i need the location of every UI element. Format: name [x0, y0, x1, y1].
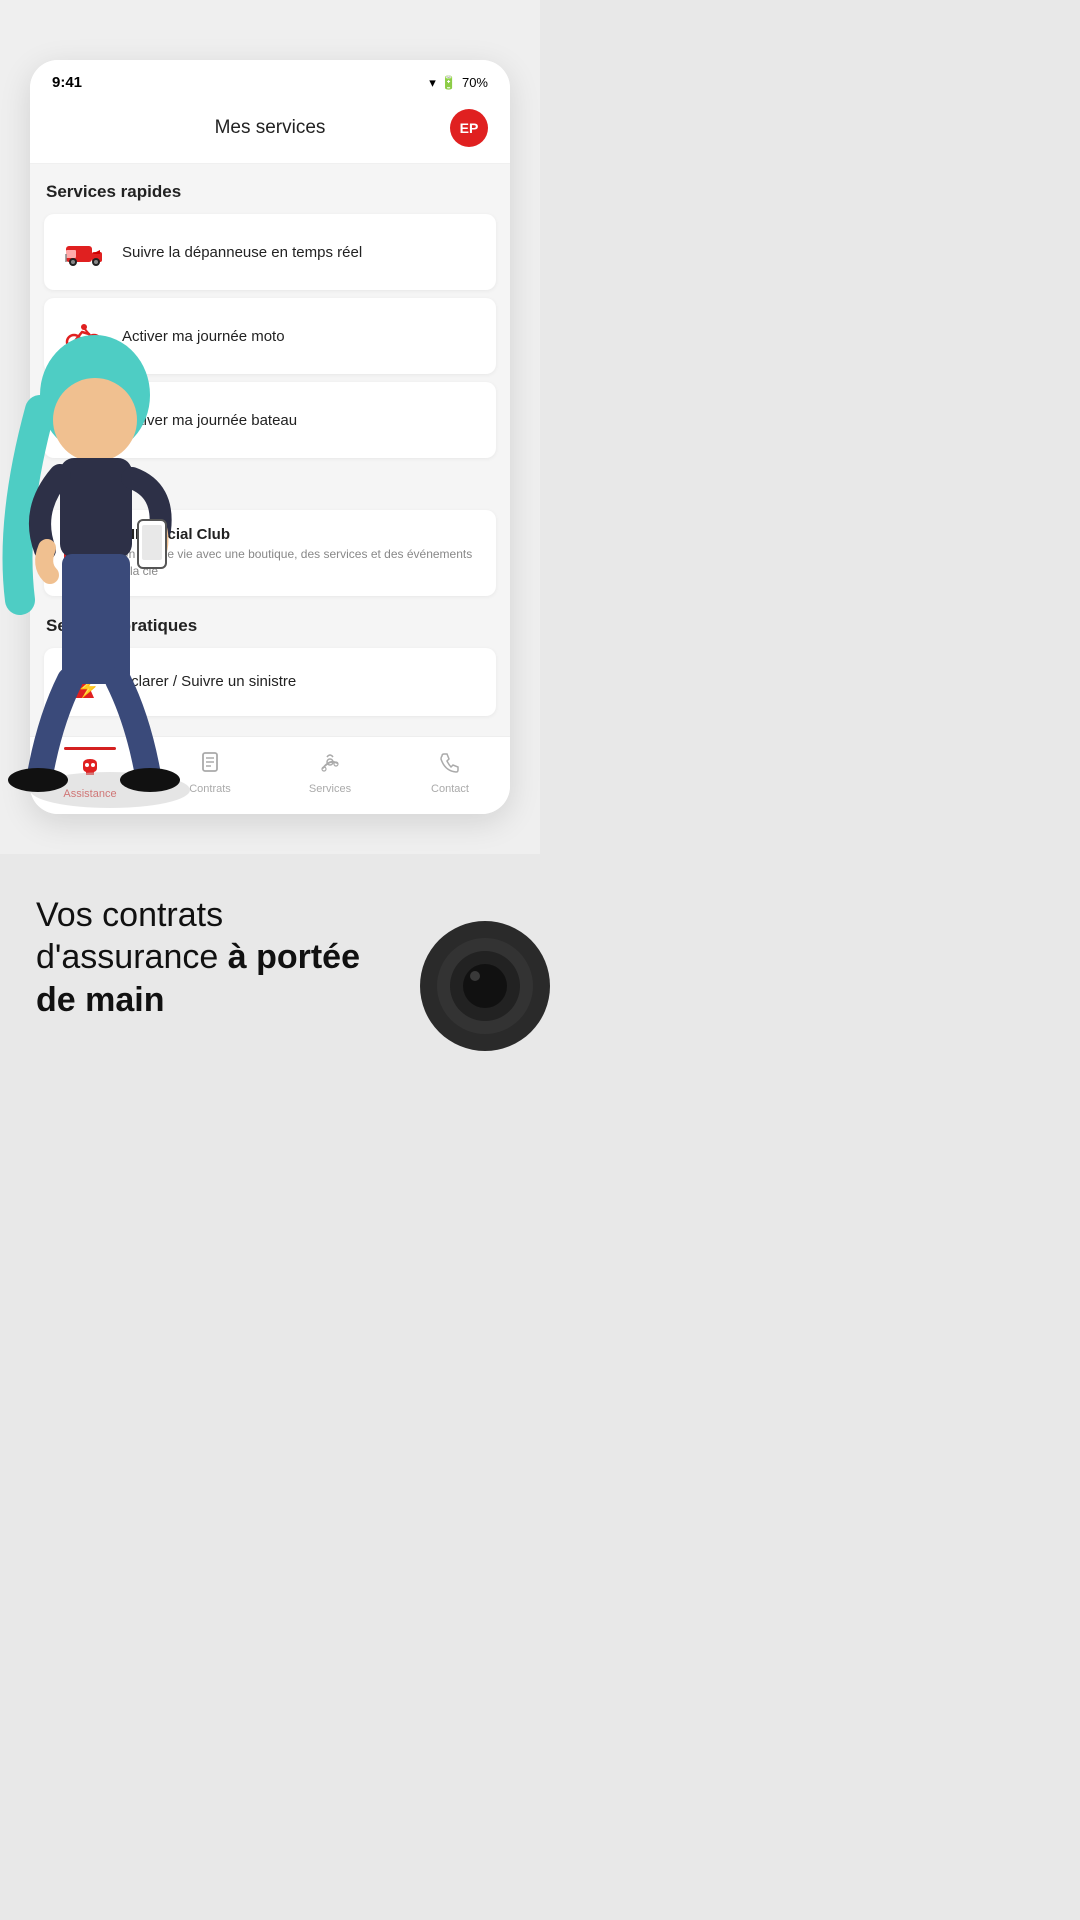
nav-item-services[interactable]: Services: [270, 751, 390, 795]
bottom-text-area: Vos contratsd'assurance à portéede main: [0, 854, 540, 1062]
svg-text:⚡: ⚡: [77, 677, 96, 699]
services-rapides-title: Services rapides: [46, 182, 496, 202]
boat-icon: [62, 398, 106, 442]
assistance-icon: [79, 756, 101, 784]
tow-icon: [62, 230, 106, 274]
header-title: Mes services: [90, 117, 450, 139]
status-icons: ▾ 🔋 70%: [429, 75, 488, 91]
service-card-sinistre-label: Déclarer / Suivre un sinistre: [112, 673, 296, 690]
sinistre-icon: ⚡: [62, 664, 98, 700]
status-bar: 9:41 ▾ 🔋 70%: [30, 60, 510, 99]
nav-item-assistance[interactable]: Assistance: [30, 747, 150, 800]
nav-item-contrats[interactable]: Contrats: [150, 751, 270, 795]
nav-contact-label: Contact: [431, 783, 469, 795]
bottom-nav: Assistance Contrats: [30, 736, 510, 814]
service-card-moto-label: Activer ma journée moto: [122, 328, 285, 345]
services-rapides-list: Suivre la dépanneuse en temps réel: [44, 214, 496, 458]
nav-services-label: Services: [309, 783, 351, 795]
avatar[interactable]: EP: [450, 109, 488, 147]
app-header: Mes services EP: [30, 99, 510, 164]
moto-icon: [62, 314, 106, 358]
wifi-icon: ▾: [429, 75, 436, 91]
phone-area: 9:41 ▾ 🔋 70% Mes services EP Services ra…: [0, 0, 540, 854]
discover-card[interactable]: AIF AIF Social Club Un lieu de vie avec …: [44, 510, 496, 596]
battery-icon: 🔋: [441, 75, 457, 91]
services-pratiques-title: Services pratiques: [46, 616, 496, 636]
contact-icon: [439, 751, 461, 779]
nav-assistance-indicator: [64, 747, 116, 750]
nav-item-contact[interactable]: Contact: [390, 751, 510, 795]
battery-percent: 70%: [462, 75, 488, 90]
service-card-moto[interactable]: Activer ma journée moto: [44, 298, 496, 374]
status-time: 9:41: [52, 74, 82, 91]
service-card-tow-label: Suivre la dépanneuse en temps réel: [122, 244, 362, 261]
discover-card-text: AIF Social Club Un lieu de vie avec une …: [120, 526, 478, 580]
service-card-sinistre[interactable]: ⚡ Déclarer / Suivre un sinistre: [44, 648, 496, 716]
services-icon: [319, 751, 341, 779]
service-card-boat[interactable]: Activer ma journée bateau: [44, 382, 496, 458]
page-wrapper: 9:41 ▾ 🔋 70% Mes services EP Services ra…: [0, 0, 540, 1061]
camera-decoration: [420, 921, 550, 1051]
service-card-tow[interactable]: Suivre la dépanneuse en temps réel: [44, 214, 496, 290]
contrats-icon: [199, 751, 221, 779]
phone-card: 9:41 ▾ 🔋 70% Mes services EP Services ra…: [30, 60, 510, 814]
nav-assistance-label: Assistance: [63, 788, 116, 800]
service-card-boat-label: Activer ma journée bateau: [122, 412, 297, 429]
nav-contrats-label: Contrats: [189, 783, 231, 795]
discover-title: Découvrir: [46, 478, 496, 498]
discover-card-title: AIF Social Club: [120, 526, 478, 543]
discover-card-subtitle: Un lieu de vie avec une boutique, des se…: [120, 546, 478, 580]
social-club-icon: AIF: [62, 531, 106, 575]
app-content: Services rapides: [30, 164, 510, 736]
svg-text:AIF: AIF: [72, 545, 101, 565]
